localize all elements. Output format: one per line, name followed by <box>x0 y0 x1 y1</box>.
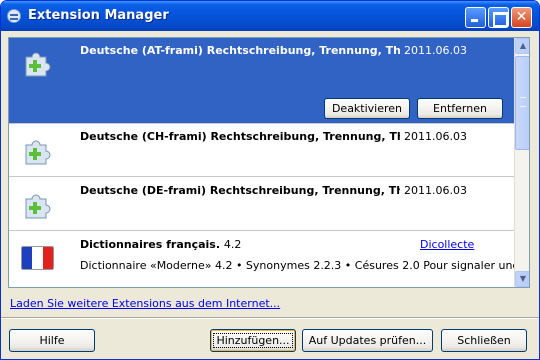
scrollbar-thumb[interactable] <box>515 56 529 150</box>
close-window-button[interactable]: ✕ <box>511 7 532 28</box>
extension-version: 4.2 <box>223 238 242 251</box>
footer-divider <box>1 317 539 319</box>
extension-item-ch-frami[interactable]: Deutsche (CH-frami) Rechtschreibung, Tre… <box>9 124 514 177</box>
app-icon <box>7 9 21 23</box>
extension-version: 2011.06.03 <box>404 44 467 57</box>
puzzle-icon <box>25 194 51 219</box>
add-button-label: Hinzufügen... <box>213 333 293 348</box>
check-updates-button[interactable]: Auf Updates prüfen... <box>302 329 433 352</box>
extension-item-at-frami[interactable]: Deutsche (AT-frami) Rechtschreibung, Tre… <box>9 38 514 124</box>
french-flag-icon <box>21 246 54 270</box>
close-button[interactable]: Schließen <box>441 329 527 352</box>
extension-name: Deutsche (CH-frami) Rechtschreibung, Tre… <box>80 130 400 143</box>
extension-name: Dictionnaires français. 4.2 <box>80 238 242 251</box>
remove-button[interactable]: Entfernen <box>417 98 503 119</box>
publisher-link[interactable]: Dicollecte <box>420 238 474 251</box>
scroll-up-arrow-icon[interactable]: ▲ <box>515 38 529 54</box>
extension-name: Deutsche (DE-frami) Rechtschreibung, Tre… <box>80 184 400 197</box>
extension-name: Deutsche (AT-frami) Rechtschreibung, Tre… <box>80 44 400 57</box>
extension-item-dictionnaires-francais[interactable]: Dictionnaires français. 4.2 Dicollecte D… <box>9 232 529 287</box>
get-more-extensions-link[interactable]: Laden Sie weitere Extensions aus dem Int… <box>10 297 280 310</box>
add-button[interactable]: Hinzufügen... <box>210 329 296 352</box>
puzzle-icon <box>25 140 51 165</box>
vertical-scrollbar[interactable]: ▲ ▼ <box>514 38 529 287</box>
extension-item-de-frami[interactable]: Deutsche (DE-frami) Rechtschreibung, Tre… <box>9 178 514 231</box>
maximize-button[interactable] <box>488 7 509 28</box>
help-button[interactable]: Hilfe <box>9 329 95 352</box>
minimize-button[interactable] <box>465 7 486 28</box>
extension-list: Deutsche (AT-frami) Rechtschreibung, Tre… <box>8 37 530 288</box>
window-title: Extension Manager <box>28 8 169 23</box>
close-icon: ✕ <box>515 9 528 25</box>
puzzle-icon <box>25 52 51 77</box>
extension-manager-window: Extension Manager ✕ Deutsche (AT-frami) … <box>0 0 540 360</box>
deactivate-button[interactable]: Deaktivieren <box>324 98 410 119</box>
extension-version: 2011.06.03 <box>404 130 467 143</box>
extension-version: 2011.06.03 <box>404 184 467 197</box>
scroll-down-arrow-icon[interactable]: ▼ <box>515 271 529 287</box>
title-bar[interactable]: Extension Manager ✕ <box>1 1 539 31</box>
extension-description: Dictionnaire «Moderne» 4.2 • Synonymes 2… <box>80 259 530 272</box>
